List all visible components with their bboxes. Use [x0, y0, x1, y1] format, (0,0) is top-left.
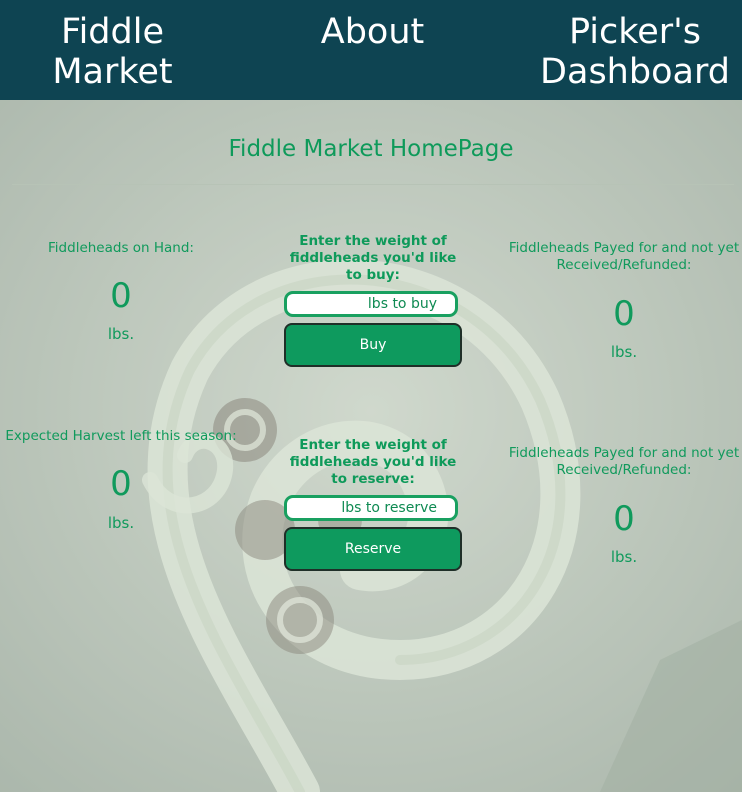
- title-divider: [12, 184, 734, 185]
- pending-received-label-2: Fiddleheads Payed for and not yet Receiv…: [508, 445, 740, 478]
- nav-home-link[interactable]: Fiddle Market: [20, 12, 205, 92]
- top-nav-bar: Fiddle Market About Picker's Dashboard: [0, 0, 742, 100]
- pending-received-value-2: 0: [613, 499, 635, 539]
- reserve-prompt: Enter the weight of fiddleheads you'd li…: [289, 437, 457, 487]
- pending-received-value-1: 0: [613, 294, 635, 334]
- on-hand-unit: lbs.: [107, 325, 135, 343]
- expected-harvest-value: 0: [110, 464, 132, 504]
- pending-received-unit-1: lbs.: [610, 343, 638, 361]
- nav-pickers-dashboard-link[interactable]: Picker's Dashboard: [525, 12, 742, 92]
- expected-harvest-label: Expected Harvest left this season:: [5, 428, 237, 444]
- main-content: Fiddle Market HomePage Fiddleheads on Ha…: [0, 100, 742, 792]
- nav-about-link[interactable]: About: [290, 12, 455, 52]
- buy-weight-input[interactable]: [284, 291, 458, 317]
- on-hand-value: 0: [110, 276, 132, 316]
- reserve-button[interactable]: Reserve: [284, 527, 462, 571]
- reserve-weight-input[interactable]: [284, 495, 458, 521]
- buy-prompt: Enter the weight of fiddleheads you'd li…: [289, 233, 457, 283]
- pending-received-unit-2: lbs.: [610, 548, 638, 566]
- buy-button[interactable]: Buy: [284, 323, 462, 367]
- expected-harvest-unit: lbs.: [107, 514, 135, 532]
- page-title: Fiddle Market HomePage: [228, 136, 514, 162]
- pending-received-label-1: Fiddleheads Payed for and not yet Receiv…: [508, 240, 740, 273]
- on-hand-label: Fiddleheads on Hand:: [48, 240, 194, 256]
